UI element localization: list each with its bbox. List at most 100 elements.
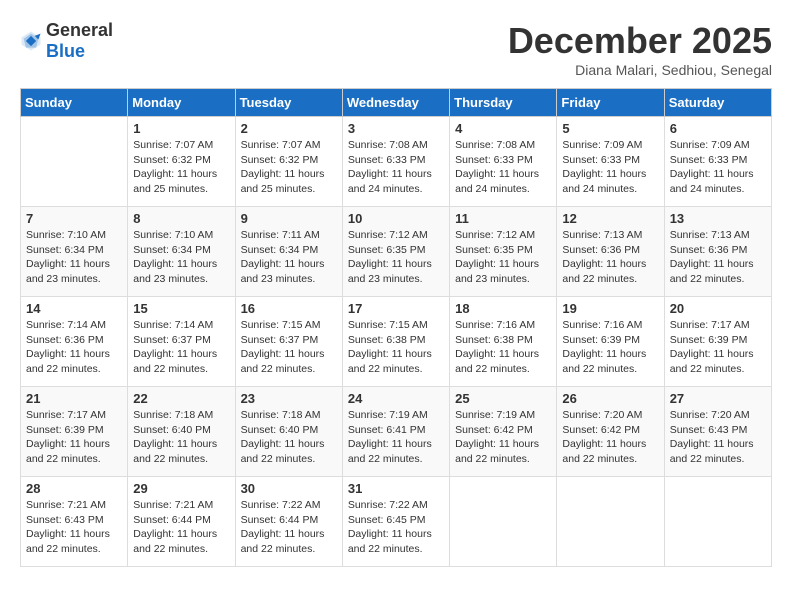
calendar-cell: 31Sunrise: 7:22 AMSunset: 6:45 PMDayligh… <box>342 477 449 567</box>
calendar-cell: 23 Sunrise: 7:18 AMSunset: 6:40 PMDayligh… <box>235 387 342 477</box>
week-row-3: 21Sunrise: 7:17 AMSunset: 6:39 PMDayligh… <box>21 387 772 477</box>
day-info: Sunrise: 7:08 AMSunset: 6:33 PMDaylight:… <box>348 138 444 197</box>
day-info: Sunrise: 7:18 AMSunset: 6:40 PMDaylight:… <box>241 408 337 467</box>
calendar-cell: 1 Sunrise: 7:07 AMSunset: 6:32 PMDaylight… <box>128 117 235 207</box>
day-number: 22 <box>133 391 229 406</box>
day-info: Sunrise: 7:12 AMSunset: 6:35 PMDaylight:… <box>455 228 551 287</box>
day-number: 14 <box>26 301 122 316</box>
day-info: Sunrise: 7:10 AMSunset: 6:34 PMDaylight:… <box>133 228 229 287</box>
day-number: 3 <box>348 121 444 136</box>
logo-icon <box>20 30 42 52</box>
week-row-2: 14 Sunrise: 7:14 AMSunset: 6:36 PMDayligh… <box>21 297 772 387</box>
day-number: 20 <box>670 301 766 316</box>
day-number: 4 <box>455 121 551 136</box>
day-info: Sunrise: 7:09 AMSunset: 6:33 PMDaylight:… <box>670 138 766 197</box>
calendar-cell: 5 Sunrise: 7:09 AMSunset: 6:33 PMDaylight… <box>557 117 664 207</box>
day-number: 30 <box>241 481 337 496</box>
calendar-cell <box>450 477 557 567</box>
day-number: 24 <box>348 391 444 406</box>
header-saturday: Saturday <box>664 89 771 117</box>
day-info: Sunrise: 7:18 AMSunset: 6:40 PMDaylight:… <box>133 408 229 467</box>
calendar-cell: 29 Sunrise: 7:21 AMSunset: 6:44 PMDayligh… <box>128 477 235 567</box>
day-number: 28 <box>26 481 122 496</box>
calendar-cell <box>664 477 771 567</box>
day-number: 10 <box>348 211 444 226</box>
day-info: Sunrise: 7:13 AMSunset: 6:36 PMDaylight:… <box>562 228 658 287</box>
week-row-4: 28 Sunrise: 7:21 AMSunset: 6:43 PMDayligh… <box>21 477 772 567</box>
day-number: 12 <box>562 211 658 226</box>
calendar-cell <box>557 477 664 567</box>
day-info: Sunrise: 7:21 AMSunset: 6:43 PMDaylight:… <box>26 498 122 557</box>
calendar-cell: 21Sunrise: 7:17 AMSunset: 6:39 PMDayligh… <box>21 387 128 477</box>
calendar-table: SundayMondayTuesdayWednesdayThursdayFrid… <box>20 88 772 567</box>
location-subtitle: Diana Malari, Sedhiou, Senegal <box>508 62 772 78</box>
day-info: Sunrise: 7:15 AMSunset: 6:38 PMDaylight:… <box>348 318 444 377</box>
day-number: 15 <box>133 301 229 316</box>
calendar-cell: 4 Sunrise: 7:08 AMSunset: 6:33 PMDaylight… <box>450 117 557 207</box>
day-number: 29 <box>133 481 229 496</box>
day-info: Sunrise: 7:15 AMSunset: 6:37 PMDaylight:… <box>241 318 337 377</box>
header-sunday: Sunday <box>21 89 128 117</box>
day-info: Sunrise: 7:17 AMSunset: 6:39 PMDaylight:… <box>670 318 766 377</box>
header-monday: Monday <box>128 89 235 117</box>
day-info: Sunrise: 7:09 AMSunset: 6:33 PMDaylight:… <box>562 138 658 197</box>
page-header: General Blue December 2025 Diana Malari,… <box>20 20 772 78</box>
day-number: 8 <box>133 211 229 226</box>
day-info: Sunrise: 7:12 AMSunset: 6:35 PMDaylight:… <box>348 228 444 287</box>
calendar-cell: 8 Sunrise: 7:10 AMSunset: 6:34 PMDaylight… <box>128 207 235 297</box>
day-number: 16 <box>241 301 337 316</box>
day-number: 25 <box>455 391 551 406</box>
day-info: Sunrise: 7:08 AMSunset: 6:33 PMDaylight:… <box>455 138 551 197</box>
logo-text: General Blue <box>46 20 113 62</box>
day-info: Sunrise: 7:07 AMSunset: 6:32 PMDaylight:… <box>133 138 229 197</box>
calendar-cell: 30Sunrise: 7:22 AMSunset: 6:44 PMDayligh… <box>235 477 342 567</box>
day-info: Sunrise: 7:14 AMSunset: 6:36 PMDaylight:… <box>26 318 122 377</box>
week-row-0: 1 Sunrise: 7:07 AMSunset: 6:32 PMDaylight… <box>21 117 772 207</box>
day-number: 31 <box>348 481 444 496</box>
day-number: 2 <box>241 121 337 136</box>
day-number: 1 <box>133 121 229 136</box>
calendar-cell: 13Sunrise: 7:13 AMSunset: 6:36 PMDayligh… <box>664 207 771 297</box>
day-info: Sunrise: 7:19 AMSunset: 6:41 PMDaylight:… <box>348 408 444 467</box>
calendar-cell: 20 Sunrise: 7:17 AMSunset: 6:39 PMDayligh… <box>664 297 771 387</box>
day-number: 7 <box>26 211 122 226</box>
header-row: SundayMondayTuesdayWednesdayThursdayFrid… <box>21 89 772 117</box>
calendar-cell: 22 Sunrise: 7:18 AMSunset: 6:40 PMDayligh… <box>128 387 235 477</box>
day-number: 13 <box>670 211 766 226</box>
day-info: Sunrise: 7:10 AMSunset: 6:34 PMDaylight:… <box>26 228 122 287</box>
calendar-cell: 16 Sunrise: 7:15 AMSunset: 6:37 PMDayligh… <box>235 297 342 387</box>
calendar-cell <box>21 117 128 207</box>
calendar-cell: 27 Sunrise: 7:20 AMSunset: 6:43 PMDayligh… <box>664 387 771 477</box>
day-info: Sunrise: 7:20 AMSunset: 6:43 PMDaylight:… <box>670 408 766 467</box>
day-info: Sunrise: 7:16 AMSunset: 6:39 PMDaylight:… <box>562 318 658 377</box>
header-wednesday: Wednesday <box>342 89 449 117</box>
day-number: 27 <box>670 391 766 406</box>
day-info: Sunrise: 7:11 AMSunset: 6:34 PMDaylight:… <box>241 228 337 287</box>
calendar-cell: 6Sunrise: 7:09 AMSunset: 6:33 PMDaylight… <box>664 117 771 207</box>
day-number: 17 <box>348 301 444 316</box>
calendar-cell: 11Sunrise: 7:12 AMSunset: 6:35 PMDayligh… <box>450 207 557 297</box>
logo: General Blue <box>20 20 113 62</box>
calendar-cell: 19 Sunrise: 7:16 AMSunset: 6:39 PMDayligh… <box>557 297 664 387</box>
logo-general: General <box>46 20 113 40</box>
calendar-cell: 17 Sunrise: 7:15 AMSunset: 6:38 PMDayligh… <box>342 297 449 387</box>
calendar-cell: 28 Sunrise: 7:21 AMSunset: 6:43 PMDayligh… <box>21 477 128 567</box>
calendar-cell: 2 Sunrise: 7:07 AMSunset: 6:32 PMDaylight… <box>235 117 342 207</box>
day-number: 5 <box>562 121 658 136</box>
calendar-cell: 3 Sunrise: 7:08 AMSunset: 6:33 PMDaylight… <box>342 117 449 207</box>
day-number: 19 <box>562 301 658 316</box>
header-friday: Friday <box>557 89 664 117</box>
calendar-cell: 18Sunrise: 7:16 AMSunset: 6:38 PMDayligh… <box>450 297 557 387</box>
title-area: December 2025 Diana Malari, Sedhiou, Sen… <box>508 20 772 78</box>
day-info: Sunrise: 7:07 AMSunset: 6:32 PMDaylight:… <box>241 138 337 197</box>
day-number: 21 <box>26 391 122 406</box>
calendar-cell: 15Sunrise: 7:14 AMSunset: 6:37 PMDayligh… <box>128 297 235 387</box>
day-info: Sunrise: 7:19 AMSunset: 6:42 PMDaylight:… <box>455 408 551 467</box>
calendar-cell: 24 Sunrise: 7:19 AMSunset: 6:41 PMDayligh… <box>342 387 449 477</box>
day-info: Sunrise: 7:21 AMSunset: 6:44 PMDaylight:… <box>133 498 229 557</box>
calendar-cell: 9Sunrise: 7:11 AMSunset: 6:34 PMDaylight… <box>235 207 342 297</box>
header-tuesday: Tuesday <box>235 89 342 117</box>
day-number: 23 <box>241 391 337 406</box>
calendar-cell: 12 Sunrise: 7:13 AMSunset: 6:36 PMDayligh… <box>557 207 664 297</box>
day-info: Sunrise: 7:16 AMSunset: 6:38 PMDaylight:… <box>455 318 551 377</box>
